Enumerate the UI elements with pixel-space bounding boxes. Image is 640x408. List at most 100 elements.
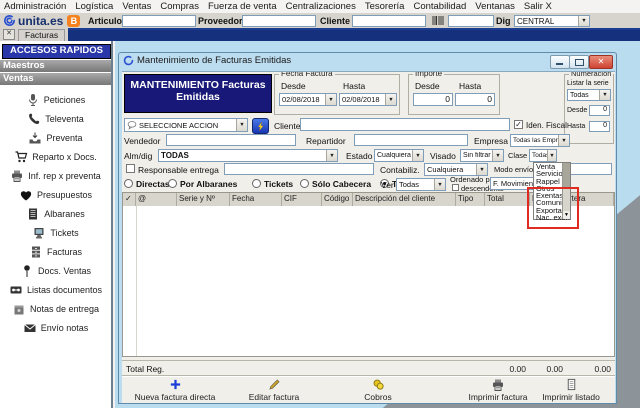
menu-item-3[interactable]: Compras [160,1,199,12]
column-header-7[interactable]: Tipo [456,193,485,206]
responsable-label: Responsable entrega [138,165,219,175]
chevron-down-icon[interactable]: ▼ [434,179,445,190]
chevron-down-icon[interactable]: ▼ [578,16,589,26]
responsable-input[interactable] [224,163,374,175]
action-imprimir-listado[interactable]: Imprimir listado [528,378,614,402]
sidebar-item-env-o-notas[interactable]: Envío notas [0,318,111,337]
phone-icon [27,112,41,126]
column-header-3[interactable]: Fecha [230,193,282,206]
radio-por-albaranes[interactable] [168,179,177,188]
top-toolbar: unita.es B Articulo Proveedor Cliente Di… [0,13,640,30]
proveedor-input[interactable] [242,15,316,27]
column-header-6[interactable]: Descripción del cliente [353,193,456,206]
chevron-down-icon[interactable]: ▼ [599,90,610,100]
chevron-down-icon[interactable]: ▼ [547,150,556,161]
facturas-window: Mantenimiento de Facturas Emitidas ✕ MAN… [118,52,617,404]
cliente-filter-input[interactable] [300,118,510,131]
sidebar-item-televenta[interactable]: Televenta [0,109,111,128]
chevron-down-icon[interactable]: ▼ [385,94,396,105]
action-nueva-factura-directa[interactable]: Nueva factura directa [122,378,228,402]
radio-label: Por Albaranes [180,179,238,189]
menu-item-9[interactable]: Salir X [524,1,552,12]
sidebar-item-label: Preventa [46,132,83,143]
almdig-select[interactable]: TODAS ▼ [158,149,338,162]
importe-desde-input[interactable]: 0 [413,93,453,106]
sidebar-item-peticiones[interactable]: Peticiones [0,90,111,109]
chevron-down-icon[interactable]: ▼ [326,150,337,161]
repartidor-input[interactable] [354,134,468,146]
close-button[interactable]: ✕ [589,55,613,69]
radio-tickets[interactable] [252,179,261,188]
chevron-down-icon[interactable]: ▼ [558,135,569,146]
estado-select[interactable]: Cualquiera ▼ [374,149,424,162]
sidebar-item-docs-ventas[interactable]: Docs. Ventas [0,261,111,280]
importe-hasta-input[interactable]: 0 [455,93,495,106]
num-hasta-input[interactable]: 0 [589,121,610,132]
column-header-5[interactable]: Código [322,193,353,206]
action-cobros[interactable]: Cobros [328,378,428,402]
menu-item-5[interactable]: Centralizaciones [286,1,356,12]
dig-select[interactable]: CENTRAL ▼ [514,15,590,27]
sidebar-section-ventas[interactable]: Ventas [0,73,111,85]
menu-item-4[interactable]: Fuerza de venta [208,1,277,12]
pin-icon [20,264,34,278]
responsable-checkbox[interactable] [126,164,135,173]
column-header-4[interactable]: CIF [282,193,322,206]
fecha-hasta-select[interactable]: 02/08/2018 ▼ [339,93,397,106]
visado-select[interactable]: Sin filtrar ▼ [460,149,504,162]
chevron-down-icon[interactable]: ▼ [325,94,336,105]
sidebar-item-reparto-x-docs-[interactable]: Reparto x Docs. [0,147,111,166]
action-editar-factura[interactable]: Editar factura [222,378,326,402]
sidebar-item-tickets[interactable]: Tickets [0,223,111,242]
chevron-down-icon[interactable]: ▼ [476,164,487,175]
ver-select[interactable]: Todas ▼ [396,178,446,191]
close-tab-icon[interactable]: ✕ [3,29,15,40]
column-header-0[interactable]: ✓ [123,193,136,206]
menu-item-0[interactable]: Administración [4,1,66,12]
sidebar-item-listas-documentos[interactable]: Listas documentos [0,280,111,299]
sidebar-section-maestros[interactable]: Maestros [0,60,111,72]
cliente-input[interactable] [352,15,426,27]
menu-item-7[interactable]: Contabilidad [413,1,466,12]
articulo-input[interactable] [122,15,196,27]
fecha-desde-select[interactable]: 02/08/2018 ▼ [279,93,337,106]
execute-action-button[interactable] [252,118,269,134]
column-header-1[interactable]: @ [136,193,177,206]
accion-select[interactable]: SELECCIONE ACCION ▼ [124,118,248,132]
importe-group: Importe Desde 0 Hasta 0 [408,72,500,115]
num-desde-input[interactable]: 0 [589,105,610,116]
clase-factura-select[interactable]: Todas▼ [529,149,557,162]
minimize-button[interactable] [550,55,570,69]
column-header-8[interactable]: Total [485,193,530,206]
empresa-select[interactable]: Todas las Empresas▼ [510,134,570,147]
serie-select[interactable]: Todas ▼ [567,89,611,101]
menu-item-2[interactable]: Ventas [122,1,151,12]
barcode-input[interactable] [448,15,494,27]
descendente-checkbox[interactable] [452,184,459,191]
chevron-down-icon[interactable]: ▼ [236,119,247,131]
radio-directas[interactable] [124,179,133,188]
radio-s-lo-cabecera[interactable] [300,179,309,188]
totals-divider [122,360,615,361]
tab-facturas[interactable]: Facturas [18,28,66,41]
almdig-value: TODAS [161,151,189,160]
sidebar-item-notas-de-entrega[interactable]: Notas de entrega [0,299,111,318]
blogger-badge-icon[interactable]: B [67,14,81,27]
sidebar-item-label: Presupuestos [36,189,93,200]
menu-item-6[interactable]: Tesorería [365,1,405,12]
logo-text: unita.es [18,13,64,28]
vendedor-input[interactable] [166,134,296,146]
scrollbar-thumb[interactable] [563,163,570,189]
column-header-2[interactable]: Serie y Nº [177,193,230,206]
sidebar-item-albaranes[interactable]: Albaranes [0,204,111,223]
sidebar-item-inf-rep-x-preventa[interactable]: Inf. rep x preventa [0,166,111,185]
menu-item-8[interactable]: Ventanas [475,1,515,12]
chevron-down-icon[interactable]: ▼ [492,150,503,161]
menu-item-1[interactable]: Logística [75,1,113,12]
chevron-down-icon[interactable]: ▼ [412,150,423,161]
iden-fiscal-checkbox[interactable]: ✓ [514,120,523,129]
sidebar-item-preventa[interactable]: Preventa [0,128,111,147]
sidebar-item-facturas[interactable]: Facturas [0,242,111,261]
sidebar-item-presupuestos[interactable]: Presupuestos [0,185,111,204]
maximize-button[interactable] [569,55,589,69]
